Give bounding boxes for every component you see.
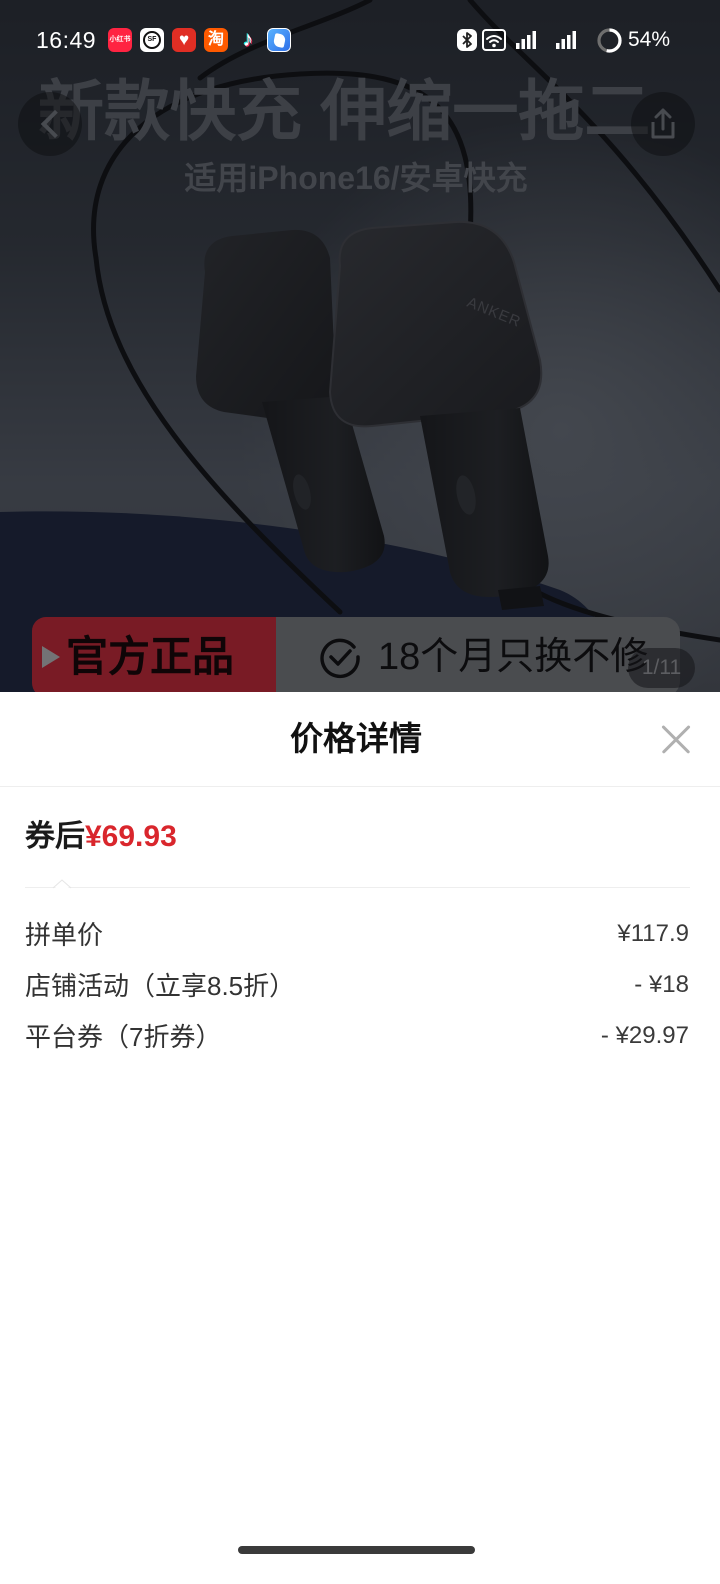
pinduoduo-icon: ♥ xyxy=(172,28,196,52)
price-breakdown: 拼单价 ¥117.9 店铺活动（立享8.5折） - ¥18 平台券（7折券） -… xyxy=(0,888,720,1061)
sheet-title: 价格详情 xyxy=(290,720,422,757)
price-row-platform-coupon: 平台券（7折券） - ¥29.97 xyxy=(0,1010,720,1061)
status-time: 16:49 xyxy=(36,27,97,53)
price-row-store-discount: 店铺活动（立享8.5折） - ¥18 xyxy=(0,959,720,1010)
price-detail-sheet: 价格详情 券后¥69.93 拼单价 ¥117.9 店铺活动（立享8.5折） - … xyxy=(0,692,720,1584)
close-button[interactable] xyxy=(660,723,692,755)
sf-express-icon: SF xyxy=(140,28,164,52)
battery-percent: 54% xyxy=(628,28,671,51)
battery-ring-icon xyxy=(597,28,622,53)
taobao-icon: 淘 xyxy=(204,28,228,52)
status-bar: 16:49 小红书 SF ♥ 淘 ♪ 54% xyxy=(0,0,720,80)
price-divider xyxy=(25,879,690,889)
divider-notch xyxy=(52,879,72,889)
signal-icon xyxy=(556,31,576,49)
after-coupon-price: ¥69.93 xyxy=(85,820,177,853)
row-value: ¥117.9 xyxy=(617,919,689,947)
sf-logo: SF xyxy=(143,31,161,49)
after-coupon-label: 券后 xyxy=(25,820,85,853)
sheet-header: 价格详情 xyxy=(0,692,720,787)
row-label: 拼单价 xyxy=(25,920,104,950)
home-indicator[interactable] xyxy=(238,1546,475,1554)
row-label: 平台券（7折券） xyxy=(25,1022,222,1052)
blue-app-icon xyxy=(267,28,291,52)
row-value: - ¥29.97 xyxy=(600,1021,689,1049)
signal-icon xyxy=(516,31,536,49)
bluetooth-icon xyxy=(457,29,477,51)
xiaohongshu-icon: 小红书 xyxy=(108,28,132,52)
after-coupon-price-line: 券后¥69.93 xyxy=(0,787,720,887)
wifi-icon xyxy=(482,29,506,51)
tiktok-icon: ♪ xyxy=(242,28,254,51)
price-row-group-price: 拼单价 ¥117.9 xyxy=(0,908,720,959)
row-label: 店铺活动（立享8.5折） xyxy=(25,971,296,1001)
row-value: - ¥18 xyxy=(634,970,689,998)
